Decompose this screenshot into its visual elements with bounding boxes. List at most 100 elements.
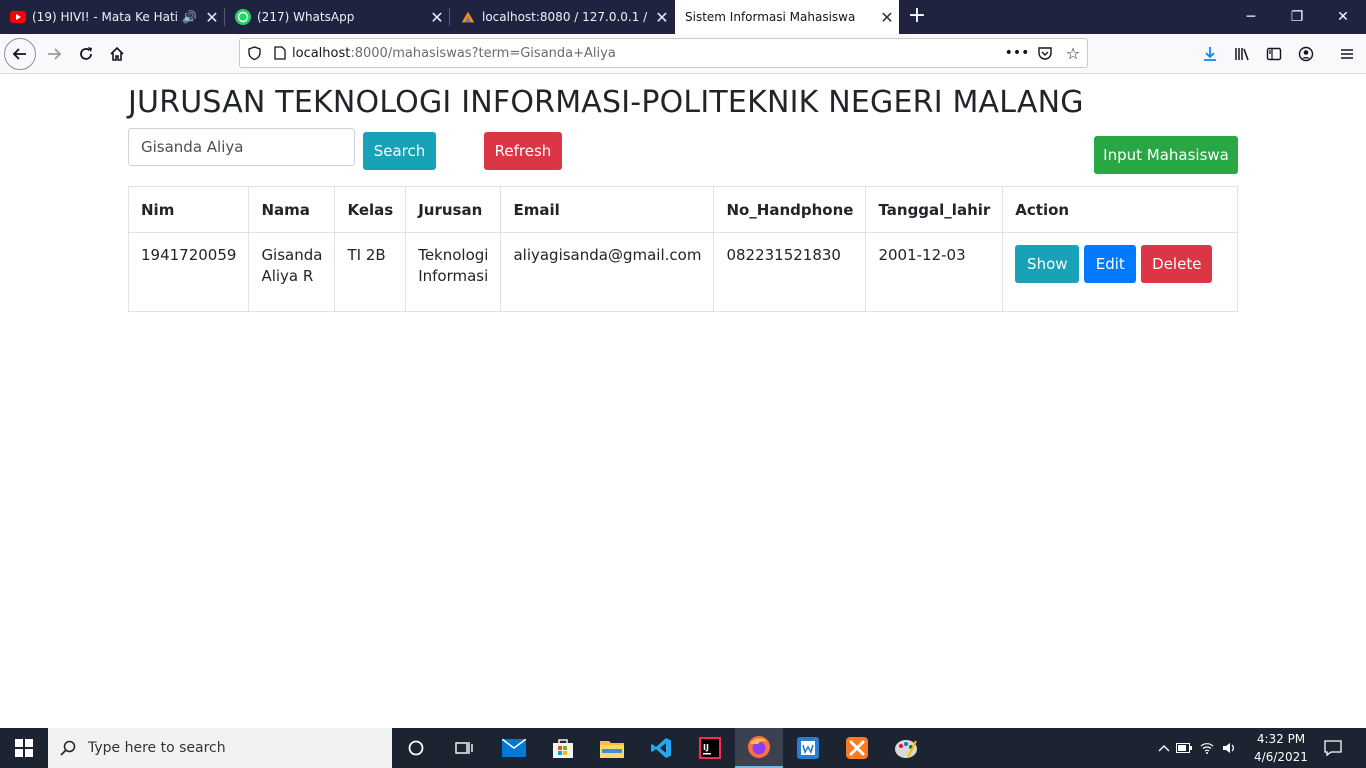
battery-icon[interactable] <box>1172 743 1196 753</box>
shield-icon[interactable] <box>240 46 268 60</box>
forward-arrow-icon <box>48 48 62 60</box>
restore-icon[interactable]: ❐ <box>1274 0 1320 34</box>
show-button[interactable]: Show <box>1015 245 1080 283</box>
cortana-icon[interactable] <box>392 728 440 768</box>
start-button[interactable] <box>0 728 48 768</box>
chevron-up-icon[interactable] <box>1156 741 1172 755</box>
tab-close-icon[interactable]: ✕ <box>650 8 674 27</box>
cell-nim: 1941720059 <box>127 232 250 312</box>
pocket-icon[interactable] <box>1031 46 1059 60</box>
download-icon <box>1204 47 1216 61</box>
tab-label: (19) HIVI! - Mata Ke Hati Aco <box>32 10 182 24</box>
cell-no-handphone: 082231521830 <box>713 232 867 312</box>
browser-tabstrip: (19) HIVI! - Mata Ke Hati Aco 🔊 ✕ (217) … <box>0 0 1366 34</box>
cell-email: aliyagisanda@gmail.com <box>500 232 715 312</box>
windows-logo-icon <box>15 739 33 757</box>
taskbar-search-placeholder: Type here to search <box>88 740 226 756</box>
volume-icon[interactable] <box>1218 742 1240 754</box>
search-button[interactable]: Search <box>363 132 436 170</box>
back-button[interactable] <box>4 38 36 70</box>
table-row: 1941720059 Gisanda Aliya R TI 2B Teknolo… <box>127 232 1238 312</box>
tab-whatsapp[interactable]: (217) WhatsApp ✕ <box>225 0 449 34</box>
close-window-icon[interactable]: ✕ <box>1320 0 1366 34</box>
whatsapp-icon <box>235 9 251 25</box>
microsoft-store-icon[interactable] <box>539 728 587 768</box>
home-icon <box>110 46 124 61</box>
tab-label: localhost:8080 / 127.0.0.1 / mal <box>482 10 650 24</box>
url-path: :8000/mahasiswas?term=Gisanda+Aliya <box>350 45 616 61</box>
url-bar[interactable]: localhost :8000/mahasiswas?term=Gisanda+… <box>239 38 1088 68</box>
input-mahasiswa-button[interactable]: Input Mahasiswa <box>1094 136 1238 174</box>
system-tray <box>1156 728 1240 768</box>
svg-text:IJ: IJ <box>703 743 709 752</box>
file-explorer-icon[interactable] <box>588 728 636 768</box>
back-arrow-icon <box>12 48 26 60</box>
edit-button[interactable]: Edit <box>1084 245 1137 283</box>
url-host: localhost <box>292 45 351 61</box>
column-header-kelas: Kelas <box>334 186 407 233</box>
tab-youtube[interactable]: (19) HIVI! - Mata Ke Hati Aco 🔊 ✕ <box>0 0 224 34</box>
task-view-icon[interactable] <box>440 728 488 768</box>
column-header-nama: Nama <box>248 186 336 233</box>
wifi-icon[interactable] <box>1196 742 1218 754</box>
sidebar-icon <box>1266 47 1282 61</box>
library-button[interactable] <box>1226 38 1258 70</box>
new-tab-button[interactable]: + <box>903 3 931 31</box>
search-input[interactable] <box>128 128 355 166</box>
column-header-jurusan: Jurusan <box>405 186 502 233</box>
search-icon <box>48 740 88 756</box>
account-button[interactable] <box>1290 38 1322 70</box>
action-center-icon[interactable] <box>1310 728 1356 768</box>
menu-button[interactable] <box>1331 38 1363 70</box>
cell-jurusan: Teknologi Informasi <box>405 232 502 312</box>
firefox-icon[interactable] <box>735 728 783 768</box>
speaker-icon[interactable]: 🔊 <box>182 10 200 24</box>
xampp-icon[interactable] <box>833 728 881 768</box>
library-icon <box>1235 48 1249 61</box>
home-button[interactable] <box>101 38 133 70</box>
tab-sistem-informasi[interactable]: Sistem Informasi Mahasiswa ✕ <box>675 0 899 34</box>
delete-button[interactable]: Delete <box>1141 245 1213 283</box>
cell-nama: Gisanda Aliya R <box>248 232 336 312</box>
windows-taskbar: Type here to search IJ 4:32 PM 4/6/2021 <box>0 728 1366 768</box>
downloads-button[interactable] <box>1194 38 1226 70</box>
phpmyadmin-icon <box>460 9 476 25</box>
taskbar-clock[interactable]: 4:32 PM 4/6/2021 <box>1250 730 1312 766</box>
column-header-no-handphone: No_Handphone <box>713 186 867 233</box>
column-header-action: Action <box>1002 186 1238 233</box>
account-icon <box>1298 46 1314 62</box>
clock-date: 4/6/2021 <box>1254 750 1308 764</box>
taskbar-search[interactable]: Type here to search <box>48 728 392 768</box>
column-header-nim: Nim <box>127 186 250 233</box>
refresh-button[interactable]: Refresh <box>484 132 562 170</box>
vscode-icon[interactable] <box>637 728 685 768</box>
mahasiswa-table: Nim Nama Kelas Jurusan Email No_Handphon… <box>127 186 1238 312</box>
wps-writer-icon[interactable] <box>784 728 832 768</box>
page-title: JURUSAN TEKNOLOGI INFORMASI-POLITEKNIK N… <box>128 85 1084 120</box>
cell-tanggal-lahir: 2001-12-03 <box>865 232 1004 312</box>
youtube-icon <box>10 9 26 25</box>
hamburger-menu-icon <box>1341 49 1353 59</box>
tab-close-icon[interactable]: ✕ <box>200 8 224 27</box>
browser-navbar: localhost :8000/mahasiswas?term=Gisanda+… <box>0 34 1366 74</box>
tab-phpmyadmin[interactable]: localhost:8080 / 127.0.0.1 / mal ✕ <box>450 0 674 34</box>
tab-close-icon[interactable]: ✕ <box>875 8 899 27</box>
paint-icon[interactable] <box>882 728 930 768</box>
page-info-icon[interactable] <box>268 46 292 60</box>
tab-close-icon[interactable]: ✕ <box>425 8 449 27</box>
minimize-icon[interactable]: ─ <box>1228 0 1274 34</box>
cell-action: Show Edit Delete <box>1002 232 1238 312</box>
tab-label: Sistem Informasi Mahasiswa <box>685 10 856 24</box>
mail-icon[interactable] <box>490 728 538 768</box>
page-content: JURUSAN TEKNOLOGI INFORMASI-POLITEKNIK N… <box>0 75 1366 728</box>
intellij-idea-icon[interactable]: IJ <box>686 728 734 768</box>
table-header-row: Nim Nama Kelas Jurusan Email No_Handphon… <box>127 186 1238 233</box>
column-header-email: Email <box>500 186 715 233</box>
more-actions-icon[interactable]: ••• <box>1003 45 1031 61</box>
clock-time: 4:32 PM <box>1256 732 1306 746</box>
reload-icon <box>80 47 92 60</box>
sidebar-button[interactable] <box>1258 38 1290 70</box>
forward-button[interactable] <box>38 38 70 70</box>
bookmark-star-icon[interactable]: ☆ <box>1059 44 1087 63</box>
reload-button[interactable] <box>70 38 102 70</box>
